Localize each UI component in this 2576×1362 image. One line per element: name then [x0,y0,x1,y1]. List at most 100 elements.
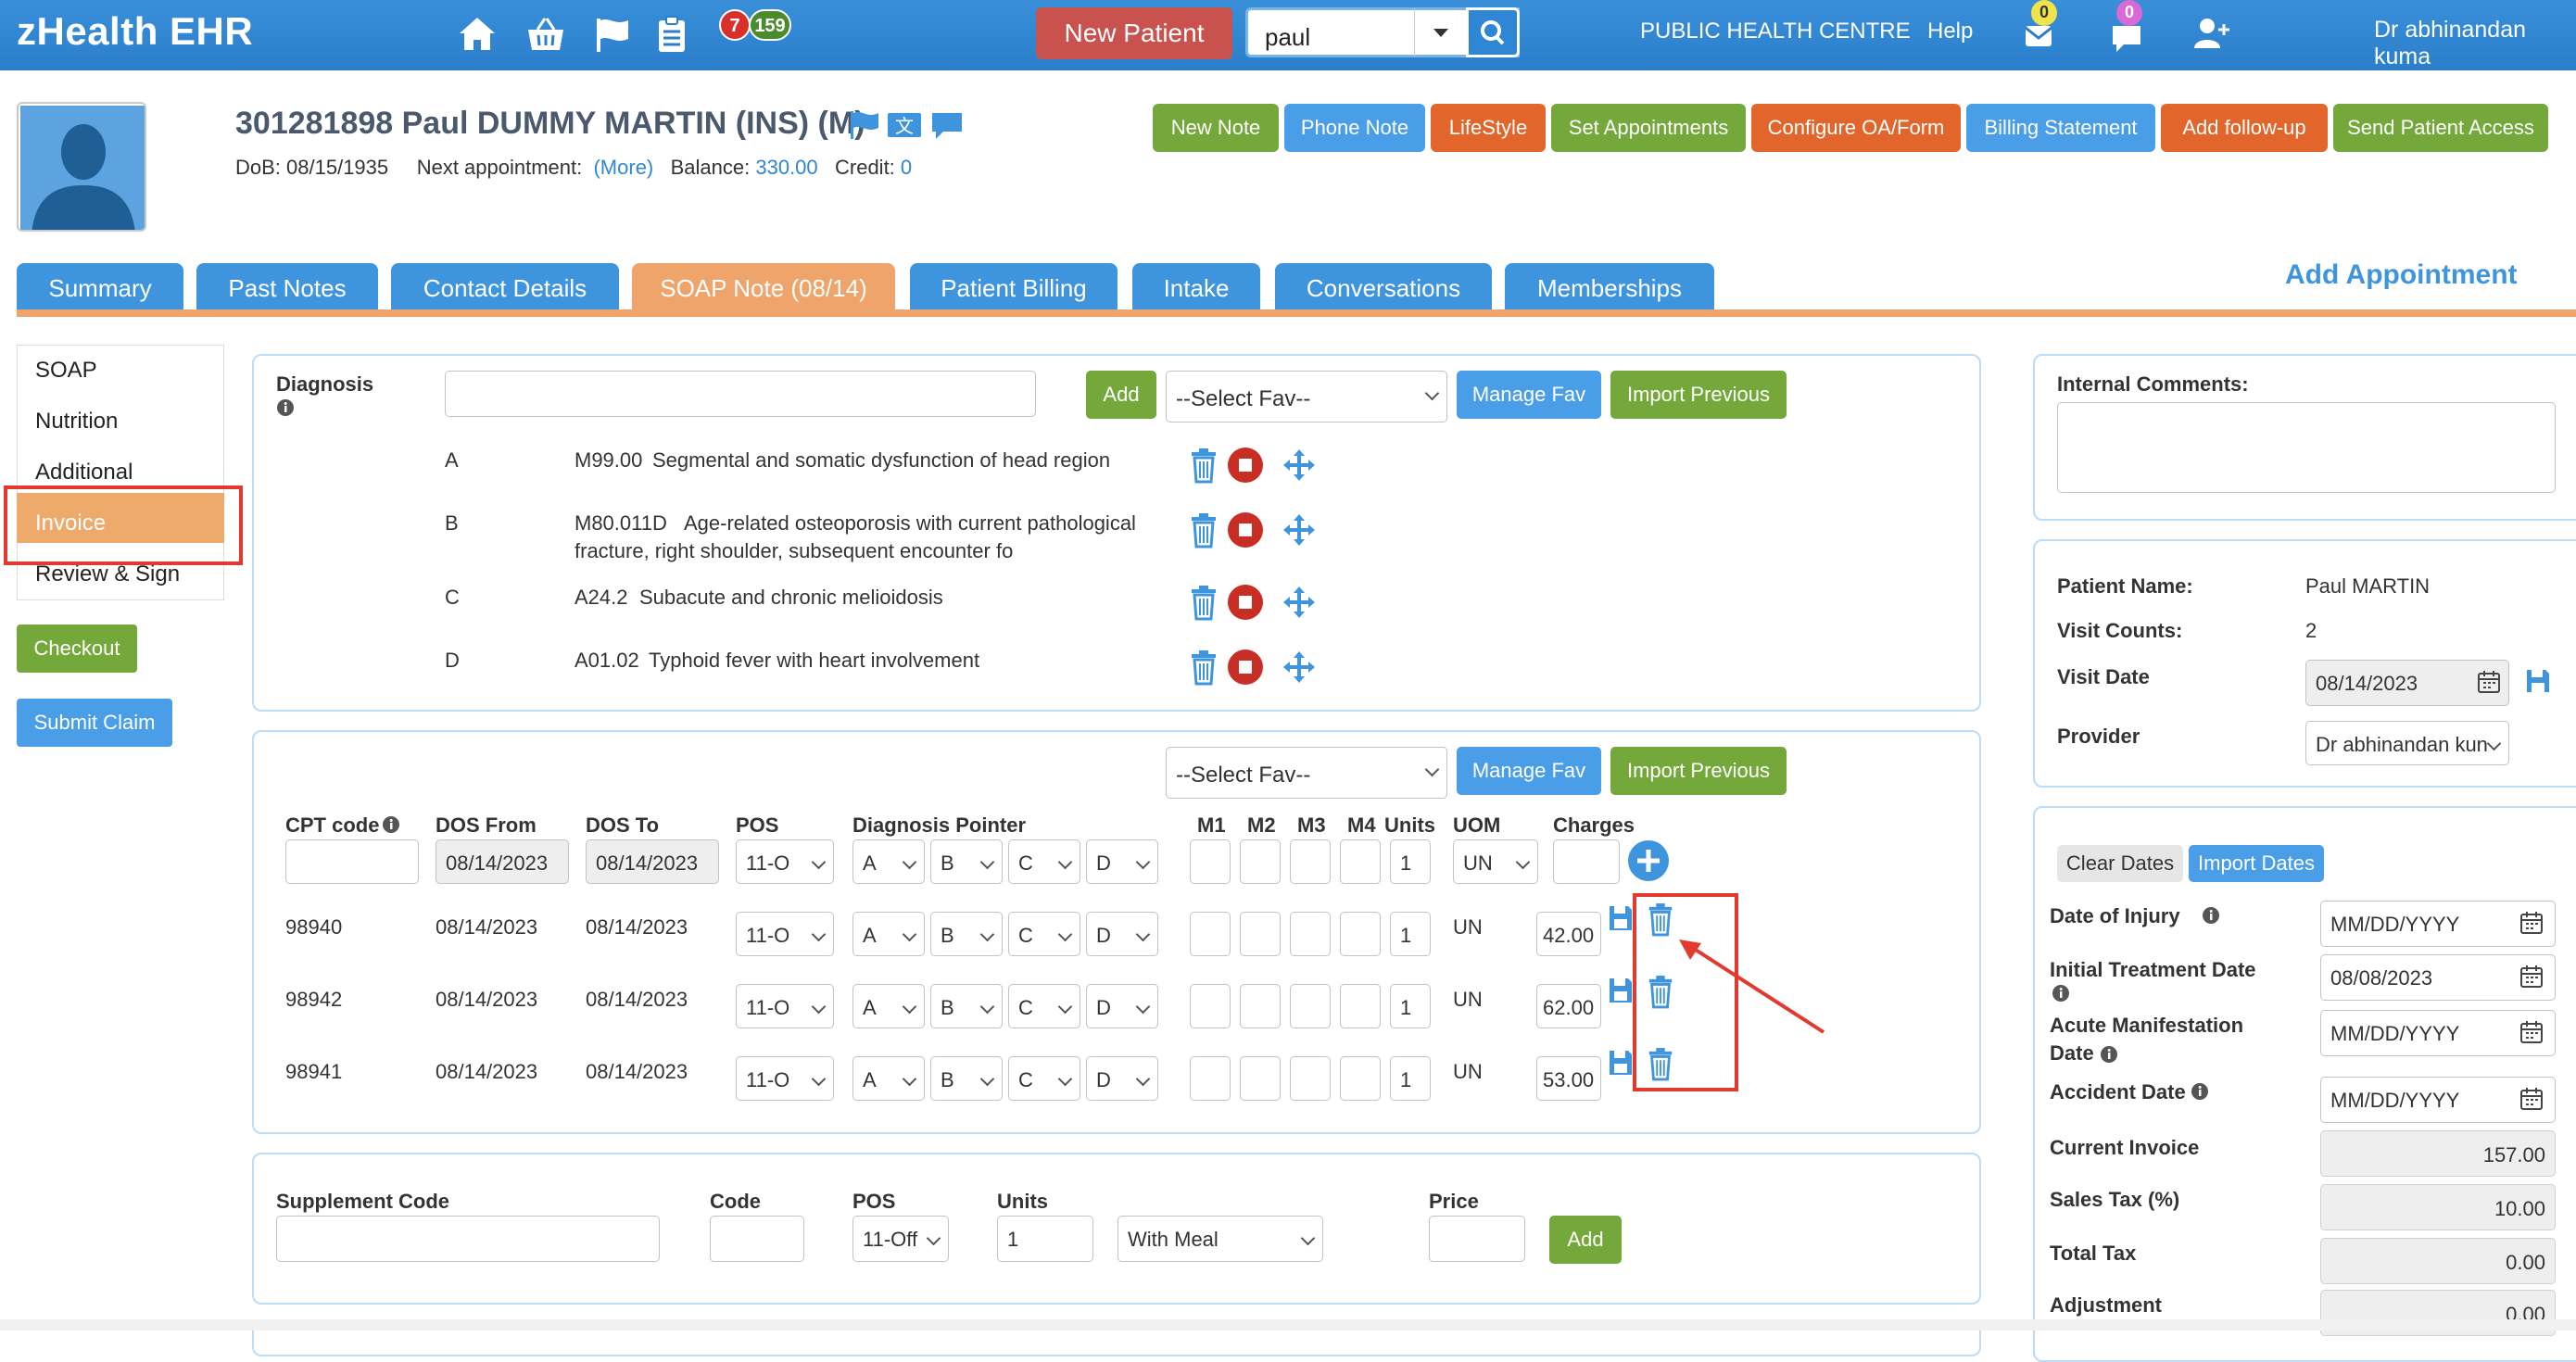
supplement-pos-select[interactable]: 11-Off [852,1216,949,1262]
app-brand[interactable]: zHealth EHR [17,9,253,54]
trash-icon[interactable] [1188,447,1219,484]
supplement-units-input[interactable]: 1 [997,1216,1093,1262]
m2-input[interactable] [1240,984,1281,1028]
diag-pointer-d-select[interactable]: D [1086,1056,1158,1101]
pos-select[interactable]: 11-O [736,984,834,1028]
diag-pointer-a-select[interactable]: A [852,912,925,956]
home-icon[interactable] [456,13,499,56]
nav-item-nutrition[interactable]: Nutrition [35,409,118,435]
diagnosis-manage-fav-button[interactable]: Manage Fav [1457,371,1601,419]
info-icon[interactable] [2100,1045,2118,1064]
calendar-icon[interactable] [2476,669,2502,695]
save-icon[interactable] [2524,667,2552,695]
diag-pointer-a-select[interactable]: A [852,984,925,1028]
move-icon[interactable] [1281,649,1318,686]
diagnosis-fav-select[interactable]: --Select Fav-- [1166,371,1447,422]
diag-pointer-d-select[interactable]: D [1086,984,1158,1028]
m1-input[interactable] [1190,984,1231,1028]
comment-icon[interactable] [928,109,966,141]
submit-claim-button[interactable]: Submit Claim [17,699,172,747]
add-diagnosis-button[interactable]: Add [1086,371,1156,419]
clipboard-icon[interactable] [650,13,693,56]
checkout-button[interactable]: Checkout [17,624,137,673]
stop-icon[interactable] [1227,649,1264,686]
stop-icon[interactable] [1227,447,1264,484]
save-icon[interactable] [1607,1047,1635,1078]
send-patient-access-button[interactable]: Send Patient Access [2333,104,2548,152]
charge-input[interactable]: 62.00 [1536,984,1601,1028]
more-link[interactable]: (More) [593,156,653,179]
units-input[interactable]: 1 [1390,1056,1431,1101]
m4-input[interactable] [1340,912,1381,956]
clinic-name[interactable]: PUBLIC HEALTH CENTRE [1640,19,1911,44]
diag-pointer-b-select[interactable]: B [930,839,1003,884]
tab-intake[interactable]: Intake [1132,263,1260,311]
m1-input[interactable] [1190,912,1231,956]
uom-select[interactable]: UN [1453,839,1538,884]
lifestyle-button[interactable]: LifeStyle [1431,104,1546,152]
m4-input[interactable] [1340,839,1381,884]
diag-pointer-c-select[interactable]: C [1008,839,1080,884]
tab-summary[interactable]: Summary [17,263,183,311]
cpt-fav-select[interactable]: --Select Fav-- [1166,747,1447,799]
diag-pointer-b-select[interactable]: B [930,984,1003,1028]
add-user-icon[interactable] [2191,13,2231,54]
move-icon[interactable] [1281,511,1318,549]
count-badge[interactable]: 159 [749,9,791,41]
stop-icon[interactable] [1227,511,1264,549]
info-icon[interactable] [276,398,295,417]
calendar-icon[interactable] [2519,1086,2544,1112]
diag-pointer-c-select[interactable]: C [1008,912,1080,956]
diag-pointer-b-select[interactable]: B [930,1056,1003,1101]
search-dropdown-toggle[interactable] [1414,7,1466,57]
m2-input[interactable] [1240,839,1281,884]
provider-select[interactable]: Dr abhinandan kun [2305,721,2509,765]
basket-icon[interactable] [524,13,567,56]
set-appointments-button[interactable]: Set Appointments [1551,104,1746,152]
trash-icon[interactable] [1188,649,1219,686]
pos-select[interactable]: 11-O [736,912,834,956]
diagnosis-import-previous-button[interactable]: Import Previous [1610,371,1787,419]
trash-icon[interactable] [1646,901,1675,938]
m2-input[interactable] [1240,1056,1281,1101]
m1-input[interactable] [1190,1056,1231,1101]
m1-input[interactable] [1190,839,1231,884]
tab-conversations[interactable]: Conversations [1275,263,1492,311]
info-icon[interactable] [2202,906,2220,925]
new-note-button[interactable]: New Note [1153,104,1279,152]
import-dates-button[interactable]: Import Dates [2189,845,2324,882]
add-followup-button[interactable]: Add follow-up [2161,104,2328,152]
charges-input[interactable] [1553,839,1620,884]
diag-pointer-c-select[interactable]: C [1008,1056,1080,1101]
move-icon[interactable] [1281,447,1318,484]
info-icon[interactable] [2052,984,2070,1003]
m3-input[interactable] [1290,1056,1331,1101]
pos-select[interactable]: 11-O [736,1056,834,1101]
calendar-icon[interactable] [2519,1019,2544,1045]
trash-icon[interactable] [1646,1045,1675,1082]
move-icon[interactable] [1281,584,1318,621]
diag-pointer-b-select[interactable]: B [930,912,1003,956]
nav-item-soap[interactable]: SOAP [35,358,97,384]
balance-value[interactable]: 330.00 [755,156,817,179]
credit-value[interactable]: 0 [901,156,912,179]
sales-tax-value[interactable]: 10.00 [2320,1184,2556,1230]
supplement-add-button[interactable]: Add [1549,1216,1622,1264]
trash-icon[interactable] [1646,973,1675,1010]
supplement-code-input[interactable] [276,1216,660,1262]
tab-past-notes[interactable]: Past Notes [196,263,378,311]
diag-pointer-d-select[interactable]: D [1086,912,1158,956]
save-icon[interactable] [1607,975,1635,1006]
search-button[interactable] [1466,7,1520,57]
calendar-icon[interactable] [2519,910,2544,936]
supplement-code-field[interactable] [710,1216,804,1262]
units-input[interactable]: 1 [1390,839,1431,884]
nav-item-additional[interactable]: Additional [35,460,133,486]
m2-input[interactable] [1240,912,1281,956]
billing-statement-button[interactable]: Billing Statement [1966,104,2155,152]
info-icon[interactable] [382,815,400,834]
m4-input[interactable] [1340,984,1381,1028]
add-appointment-link[interactable]: Add Appointment [2285,259,2518,291]
units-input[interactable]: 1 [1390,912,1431,956]
cpt-code-input[interactable] [285,839,419,884]
